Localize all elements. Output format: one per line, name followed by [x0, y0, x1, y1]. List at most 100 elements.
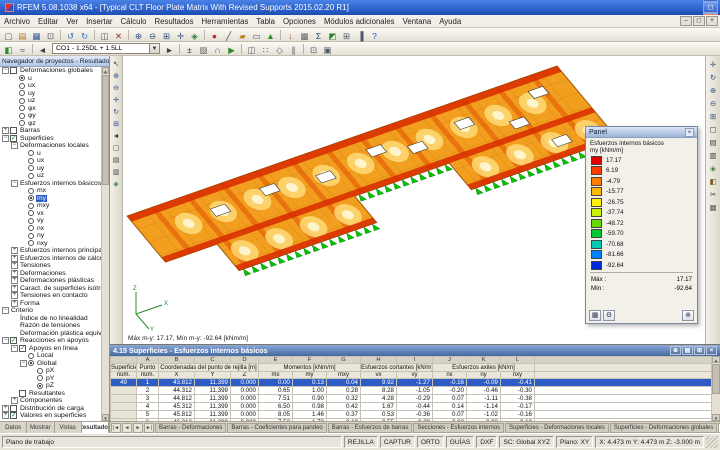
table-tab-barras-coeficientes-para-pandeo[interactable]: Barras - Coeficientes para pandeo [227, 422, 327, 433]
checkbox-icon[interactable] [19, 389, 26, 397]
zoom-all-button[interactable]: ⊞ [707, 110, 719, 122]
checkbox-icon[interactable]: ✓ [10, 134, 17, 142]
expand-icon[interactable]: + [11, 269, 18, 277]
menu-opciones[interactable]: Opciones [279, 15, 320, 27]
scroll-up-icon[interactable]: ▲ [712, 356, 720, 363]
table-tab-superficies-deformaciones-globales[interactable]: Superficies - Deformaciones globales [609, 422, 718, 433]
show-values-button[interactable]: ± [183, 43, 196, 55]
expand-icon[interactable]: + [11, 397, 18, 405]
table-row[interactable]: 2 44.312 11.399 0.000 0.65 1.00 0.28 8.28 -1.05-… [110, 386, 712, 395]
scroll-down-icon[interactable]: ▼ [102, 414, 109, 421]
status-toggle-captur[interactable]: CAPTUR [379, 436, 415, 448]
column-letter[interactable]: I [396, 356, 433, 364]
table-titlebar[interactable]: 4.15 Superficies - Esfuerzos internos bá… [110, 345, 720, 356]
tree-item-my[interactable]: my [0, 194, 101, 203]
rotate-view-button[interactable]: ↻ [707, 71, 719, 83]
column-letter[interactable]: D [230, 356, 259, 364]
navigator-titlebar[interactable]: Navegador de proyectos - Resultados × [0, 56, 109, 67]
tree-item-nx[interactable]: nx [0, 225, 101, 233]
table-export-icon[interactable]: ⊞ [694, 346, 705, 355]
tree-item-ny[interactable]: ny [0, 232, 101, 240]
radio-icon[interactable] [28, 165, 34, 172]
radio-icon[interactable] [19, 120, 25, 127]
menu-insertar[interactable]: Insertar [82, 15, 116, 27]
table-tab-barras-deformaciones[interactable]: Barras - Deformaciones [155, 422, 227, 433]
expand-icon[interactable]: + [11, 299, 18, 307]
delete-button[interactable]: ✕ [112, 29, 125, 41]
radio-icon[interactable] [19, 75, 25, 82]
menu-resultados[interactable]: Resultados [151, 15, 198, 27]
table-row[interactable]: 4 45.312 11.399 0.000 6.50 0.98 0.42 1.67 -0.44 0… [110, 402, 712, 411]
tree-item-vy[interactable]: vy [0, 217, 101, 225]
column-letter[interactable] [534, 356, 712, 364]
line-tool-button[interactable]: ╱ [222, 29, 235, 41]
menu-ventana[interactable]: Ventana [399, 15, 436, 27]
expand-icon[interactable]: + [2, 404, 9, 412]
collapse-icon[interactable]: − [11, 142, 18, 150]
radio-icon[interactable] [28, 187, 34, 194]
copy-button[interactable]: ◫ [98, 29, 111, 41]
column-letter[interactable]: H [360, 356, 397, 364]
tree-item-z[interactable]: φz [0, 120, 101, 128]
collapse-icon[interactable]: − [11, 179, 18, 187]
status-toggle-gu-as[interactable]: GUÍAS [445, 436, 475, 448]
deformation-toggle-button[interactable]: ≈ [16, 43, 29, 55]
save-button[interactable]: ▦ [30, 29, 43, 41]
open-button[interactable]: ▤ [16, 29, 29, 41]
previous-view-button[interactable]: ◄ [111, 130, 122, 141]
checkbox-icon[interactable]: ✓ [10, 412, 17, 420]
table-tab-nav-button[interactable]: ► [133, 422, 143, 433]
tree-item-resultantes[interactable]: Resultantes [0, 389, 101, 398]
status-toggle-dxf[interactable]: DXF [476, 436, 498, 448]
table-tab-nav-button[interactable]: ◄ [122, 422, 132, 433]
clip-plane-button[interactable]: ✂ [707, 188, 719, 200]
tree-item-y[interactable]: φy [0, 112, 101, 120]
table-scrollbar[interactable]: ▲ ▼ [712, 356, 720, 421]
navigator-tab-vistas[interactable]: Vistas [54, 422, 82, 433]
zoom-in-tool-button[interactable]: ⊕ [111, 70, 122, 81]
tree-item-mx[interactable]: mx [0, 187, 101, 195]
previous-loadcase-button[interactable]: ◄ [36, 43, 49, 55]
maximize-button[interactable]: ◻ [703, 2, 718, 13]
print-button[interactable]: ⊡ [44, 29, 57, 41]
panel-titlebar[interactable]: Panel × [586, 127, 697, 138]
expand-icon[interactable]: + [2, 412, 9, 420]
select-tool-button[interactable]: ↖ [111, 58, 122, 69]
status-toggle-rejilla[interactable]: REJILLA [343, 436, 378, 448]
column-letter[interactable]: C [194, 356, 231, 364]
status-toggle-orto[interactable]: ORTO [416, 436, 444, 448]
zoom-extents-button[interactable]: ⊞ [111, 118, 122, 129]
column-letter[interactable]: G [326, 356, 361, 364]
load-case-combobox[interactable]: CO1 - 1.25DL + 1.5LL ▼ [52, 43, 160, 54]
menu-c-lculo[interactable]: Cálculo [117, 15, 151, 27]
chevron-down-icon[interactable]: ▼ [149, 44, 159, 53]
menu-archivo[interactable]: Archivo [0, 15, 34, 27]
tree-item-vx[interactable]: vx [0, 210, 101, 218]
column-letter[interactable]: A [136, 356, 159, 364]
view-iso-button[interactable]: ◈ [707, 162, 719, 174]
scroll-down-icon[interactable]: ▼ [712, 414, 720, 421]
move-view-button[interactable]: ✛ [707, 58, 719, 70]
mdi-minimize-button[interactable]: – [680, 16, 692, 26]
zoom-out-tool-button[interactable]: ⊖ [111, 82, 122, 93]
view-front-button[interactable]: ▢ [707, 123, 719, 135]
node-tool-button[interactable]: ● [208, 29, 221, 41]
zoom-in-button[interactable]: ⊕ [132, 29, 145, 41]
mesh-button[interactable]: ▩ [298, 29, 311, 41]
menu-editar[interactable]: Editar [34, 15, 62, 27]
tables-button[interactable]: ⊞ [340, 29, 353, 41]
expand-icon[interactable]: + [11, 284, 18, 292]
scroll-up-icon[interactable]: ▲ [102, 67, 109, 74]
zoom-window-button[interactable]: ⊞ [160, 29, 173, 41]
rotate-tool-button[interactable]: ↻ [111, 106, 122, 117]
collapse-icon[interactable]: − [2, 67, 9, 75]
panel-options-button[interactable]: ⚙ [603, 310, 615, 321]
table-tab-barras-esfuerzos-de-barras[interactable]: Barras - Esfuerzos de barras [327, 422, 413, 433]
tree-item-global[interactable]: − Global [0, 359, 101, 368]
table-search-icon[interactable]: ⊕ [670, 346, 681, 355]
radio-icon[interactable] [37, 367, 43, 374]
column-letter[interactable] [110, 356, 137, 364]
tree-item-componentes[interactable]: + Componentes [0, 397, 101, 405]
menu-herramientas[interactable]: Herramientas [198, 15, 253, 27]
surface-tool-button[interactable]: ▰ [236, 29, 249, 41]
